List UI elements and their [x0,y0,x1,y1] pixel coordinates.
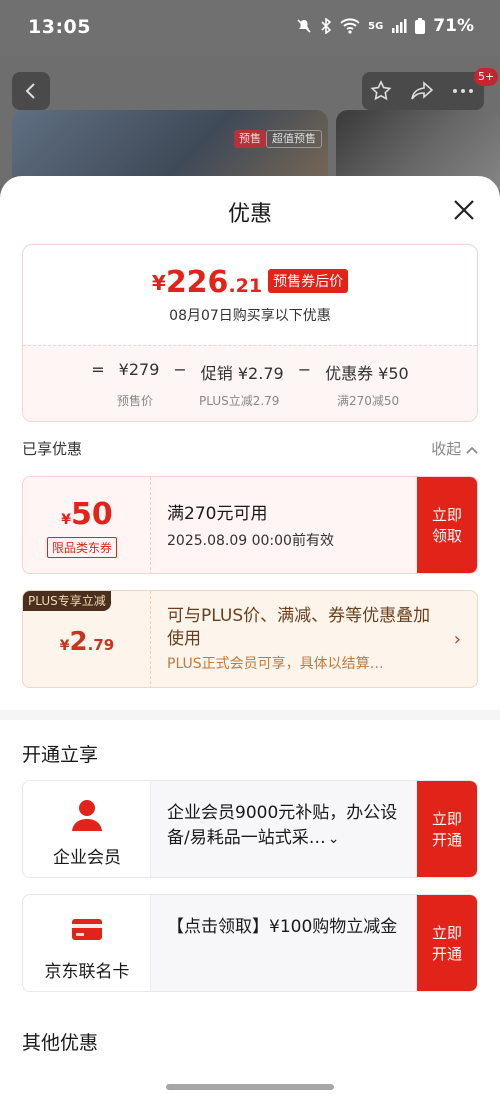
plus-note: PLUS正式会员可享，具体以结算… [167,656,384,672]
coupon-condition: 满270元可用 [167,504,268,524]
formula-row: = ¥279 − 促销 ¥2.79 − 优惠券 ¥50 [23,360,477,384]
caption-promo: PLUS立减2.79 [199,394,280,408]
plus-amount: ¥2.79 [23,627,151,657]
open-card-name: 企业会员 [53,848,121,868]
open-card-left: 京东联名卡 [23,895,151,991]
collapse-label: 收起 [431,440,462,458]
coupon-expire: 2025.08.09 00:00前有效 [167,533,334,549]
super-presale-tag: 超值预售 [266,130,322,148]
coupon-value: 50 [71,497,113,532]
open-card-desc: 【点击领取】¥100购物立减金 [167,915,407,940]
close-icon [454,200,474,220]
open-card-desc: 企业会员9000元补贴，办公设备/易耗品一站式采… ⌄ [167,801,407,852]
claim-coupon-label: 立即领取 [431,506,462,545]
plus-value: 2 [69,627,88,657]
home-indicator[interactable] [166,1084,334,1090]
discount-sheet: 优惠 ¥ 226 .21 预售券后价 08月07日购买享以下优惠 = ¥279 … [0,176,500,1100]
battery-level: 71% [433,16,474,36]
price-top: ¥ 226 .21 预售券后价 08月07日购买享以下优惠 [23,245,477,345]
open-enterprise-button[interactable]: 立即开通 [417,781,477,877]
collapse-button[interactable]: 收起 [431,438,478,459]
coupon-yen: ¥ [61,512,71,528]
coupon-left: ¥50 限品类东券 [23,477,151,573]
claim-coupon-button[interactable]: 立即领取 [417,477,477,573]
open-card-left: 企业会员 [23,781,151,877]
open-card-button[interactable]: 立即开通 [417,895,477,991]
person-icon [72,800,102,831]
star-icon[interactable] [370,80,392,102]
open-card-desc-text: 【点击领取】¥100购物立减金 [167,917,398,937]
formula-pre-price: ¥279 [118,360,160,379]
final-price: ¥ 226 .21 预售券后价 [23,267,477,299]
presale-tag: 预售 [234,130,266,148]
price-tag: 预售券后价 [268,269,349,293]
message-badge: 5+ [474,68,499,86]
status-time: 13:05 [28,16,91,38]
network-type: 5G [368,20,384,32]
formula-coupon: 优惠券 ¥50 [325,364,409,383]
price-yen: ¥ [151,271,166,295]
open-card-desc-text: 企业会员9000元补贴，办公设备/易耗品一站式采… [167,803,398,848]
formula-promo: 促销 ¥2.79 [200,364,284,383]
home-indicator-bar [0,1076,500,1100]
top-actions [362,72,484,110]
plus-decimal: .79 [87,636,115,654]
coupon-category: 限品类东券 [47,537,118,558]
plus-discount-card[interactable]: ¥2.79 PLUS专享立减 可与PLUS价、满减、券等优惠叠加使用 PLUS正… [22,590,478,688]
open-button-label: 立即开通 [431,810,462,849]
sheet-title: 优惠 [227,202,272,227]
other-section-title: 其他优惠 [22,1032,99,1054]
open-button-label: 立即开通 [431,924,462,963]
section-divider [0,710,500,720]
open-card-name: 京东联名卡 [44,962,130,982]
enjoyed-label: 已享优惠 [22,440,83,458]
price-decimal: .21 [228,275,263,297]
bluetooth-icon [321,18,332,34]
formula-eq: = [91,360,105,379]
more-icon[interactable] [450,80,476,102]
signal-icon [392,19,407,33]
status-icons: 5G 71% [296,16,474,36]
price-summary-card: ¥ 226 .21 预售券后价 08月07日购买享以下优惠 = ¥279 − 促… [22,244,478,422]
coupon-card: ¥50 限品类东券 满270元可用 2025.08.09 00:00前有效 立即… [22,476,478,574]
chevron-up-icon [466,446,478,454]
chevron-down-icon: ⌄ [327,831,340,847]
open-card-enterprise[interactable]: 企业会员 企业会员9000元补贴，办公设备/易耗品一站式采… ⌄ 立即开通 [22,780,478,878]
price-formula: = ¥279 − 促销 ¥2.79 − 优惠券 ¥50 预售价 PLUS立减2.… [23,345,477,421]
battery-icon [415,18,426,34]
background-product-page: 5+ 预售 超值预售 [0,56,500,200]
plus-tag: PLUS专享立减 [23,591,111,611]
card-icon [72,919,102,940]
coupon-info: 满270元可用 2025.08.09 00:00前有效 [167,499,334,550]
mute-icon [297,19,311,33]
formula-minus: − [297,360,312,379]
price-integer: 226 [165,265,229,300]
plus-yen: ¥ [59,638,70,654]
status-bar: 13:05 5G 71% [0,0,500,56]
caption-pre-price: 预售价 [117,394,154,408]
price-subtitle: 08月07日购买享以下优惠 [169,308,331,324]
coupon-amount: ¥50 [23,497,151,532]
chevron-left-icon [25,83,35,99]
open-section-title: 开通立享 [22,744,99,766]
plus-info: 可与PLUS价、满减、券等优惠叠加使用 PLUS正式会员可享，具体以结算… [167,605,447,673]
close-button[interactable] [450,196,478,224]
caption-coupon: 满270减50 [337,394,400,408]
chevron-right-icon: › [453,629,461,650]
open-card-jd-credit[interactable]: 京东联名卡 【点击领取】¥100购物立减金 立即开通 [22,894,478,992]
plus-title: 可与PLUS价、满减、券等优惠叠加使用 [167,606,431,649]
formula-minus: − [173,360,187,379]
share-icon[interactable] [410,80,434,102]
back-button[interactable] [12,72,50,110]
wifi-icon [340,18,360,34]
